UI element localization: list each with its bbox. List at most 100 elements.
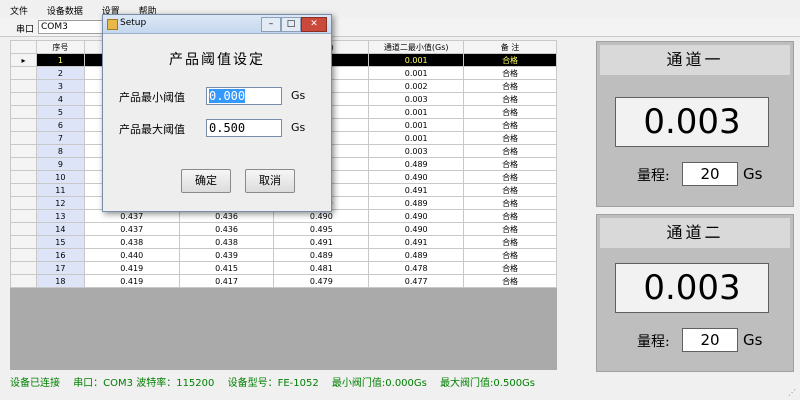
table-row[interactable]: 17 0.419 0.415 0.481 0.478 合格 (10, 261, 557, 275)
menu-device-data[interactable]: 设备数据 (47, 7, 83, 17)
cell-note: 合格 (463, 157, 557, 171)
cell-ch2-min: 0.491 (368, 183, 465, 197)
channel1-panel: 通道一 0.003 量程: 20 Gs (596, 41, 794, 207)
row-header[interactable] (10, 235, 37, 249)
row-header[interactable] (10, 183, 37, 197)
cell-note: 合格 (463, 261, 557, 275)
cell-ch2-min: 0.490 (368, 170, 465, 184)
cell-ch2-min: 0.003 (368, 92, 465, 106)
menu-file[interactable]: 文件 (10, 7, 28, 17)
main-window: 文件 设备数据 设置 帮助 串口 COM3 序号 通 值(Gs) 通道二最小值(… (0, 0, 800, 400)
row-header[interactable] (10, 105, 37, 119)
cell-note: 合格 (463, 222, 557, 236)
cell-sn: 6 (35, 118, 85, 132)
cell-sn: 7 (35, 131, 85, 145)
cell-ch2-min: 0.002 (368, 79, 465, 93)
cell-col3: 0.491 (273, 235, 370, 249)
cell-ch1: 0.419 (83, 261, 180, 275)
row-header[interactable] (10, 196, 37, 210)
cell-ch2-min: 0.489 (368, 196, 465, 210)
dialog-title-bar[interactable]: Setup – □ ✕ (103, 15, 331, 34)
channel2-range-label: 量程: (637, 334, 670, 350)
cell-sn: 4 (35, 92, 85, 106)
cell-ch1: 0.419 (83, 274, 180, 288)
cell-col2: 0.436 (178, 222, 275, 236)
channel2-title: 通道二 (600, 218, 790, 248)
cell-note: 合格 (463, 248, 557, 262)
cell-ch2-min: 0.477 (368, 274, 465, 288)
col-header-ch2-min[interactable]: 通道二最小值(Gs) (368, 40, 465, 54)
table-row[interactable]: 16 0.440 0.439 0.489 0.489 合格 (10, 248, 557, 262)
cell-sn: 18 (35, 274, 85, 288)
max-threshold-label: 产品最大阈值 (119, 123, 185, 136)
status-connected: 设备已连接 (10, 378, 60, 389)
row-header[interactable] (10, 170, 37, 184)
cell-ch1: 0.440 (83, 248, 180, 262)
min-threshold-unit: Gs (291, 89, 306, 102)
cell-col2: 0.415 (178, 261, 275, 275)
row-header[interactable] (10, 131, 37, 145)
cell-col3: 0.481 (273, 261, 370, 275)
row-header[interactable]: ▸ (10, 53, 37, 67)
row-header[interactable] (10, 248, 37, 262)
minimize-icon[interactable]: – (261, 17, 281, 32)
cell-ch2-min: 0.489 (368, 248, 465, 262)
row-header[interactable] (10, 92, 37, 106)
cell-ch2-min: 0.478 (368, 261, 465, 275)
min-threshold-input[interactable]: 0.000 (206, 87, 282, 105)
setup-dialog: Setup – □ ✕ 产品阈值设定 产品最小阈值 0.000 Gs 产品最大阈… (102, 14, 332, 212)
cell-note: 合格 (463, 66, 557, 80)
row-header[interactable] (10, 79, 37, 93)
max-threshold-input[interactable]: 0.500 (206, 119, 282, 137)
row-header[interactable] (10, 274, 37, 288)
cell-col2: 0.439 (178, 248, 275, 262)
cell-sn: 5 (35, 105, 85, 119)
cell-sn: 3 (35, 79, 85, 93)
channel1-range-input[interactable]: 20 (682, 162, 738, 186)
cell-ch2-min: 0.491 (368, 235, 465, 249)
channel1-unit: Gs (743, 165, 763, 183)
cell-sn: 17 (35, 261, 85, 275)
cancel-button[interactable]: 取消 (245, 169, 295, 193)
cell-sn: 11 (35, 183, 85, 197)
cell-note: 合格 (463, 79, 557, 93)
row-header[interactable] (10, 144, 37, 158)
cell-sn: 16 (35, 248, 85, 262)
ok-button[interactable]: 确定 (181, 169, 231, 193)
dialog-title: Setup (120, 18, 147, 28)
cell-sn: 2 (35, 66, 85, 80)
channel2-value: 0.003 (615, 263, 769, 313)
row-header[interactable] (10, 261, 37, 275)
row-header[interactable] (10, 222, 37, 236)
cell-note: 合格 (463, 274, 557, 288)
row-header-corner (10, 40, 37, 54)
close-icon[interactable]: ✕ (301, 17, 327, 32)
table-row[interactable]: 18 0.419 0.417 0.479 0.477 合格 (10, 274, 557, 288)
cell-note: 合格 (463, 131, 557, 145)
row-header[interactable] (10, 118, 37, 132)
maximize-icon[interactable]: □ (281, 17, 301, 32)
cell-ch1: 0.438 (83, 235, 180, 249)
row-header[interactable] (10, 209, 37, 223)
channel1-title: 通道一 (600, 45, 790, 75)
max-threshold-value: 0.500 (209, 121, 246, 135)
channel2-range-input[interactable]: 20 (682, 328, 738, 352)
status-bar: 设备已连接 串口：COM3 波特率：115200 设备型号：FE-1052 最小… (10, 376, 800, 392)
col-header-sn[interactable]: 序号 (35, 40, 85, 54)
col-header-note[interactable]: 备 注 (463, 40, 557, 54)
cell-note: 合格 (463, 209, 557, 223)
status-max: 最大阀门值:0.500Gs (440, 378, 536, 389)
cell-col2: 0.417 (178, 274, 275, 288)
cell-sn: 8 (35, 144, 85, 158)
cell-ch2-min: 0.490 (368, 209, 465, 223)
channel1-range-label: 量程: (637, 168, 670, 184)
cell-sn: 13 (35, 209, 85, 223)
table-row[interactable]: 15 0.438 0.438 0.491 0.491 合格 (10, 235, 557, 249)
resize-grip-icon[interactable]: ⋰ (788, 388, 796, 397)
table-row[interactable]: 14 0.437 0.436 0.495 0.490 合格 (10, 222, 557, 236)
cell-note: 合格 (463, 144, 557, 158)
row-header[interactable] (10, 157, 37, 171)
row-header[interactable] (10, 66, 37, 80)
min-threshold-label: 产品最小阈值 (119, 91, 185, 104)
cell-note: 合格 (463, 92, 557, 106)
